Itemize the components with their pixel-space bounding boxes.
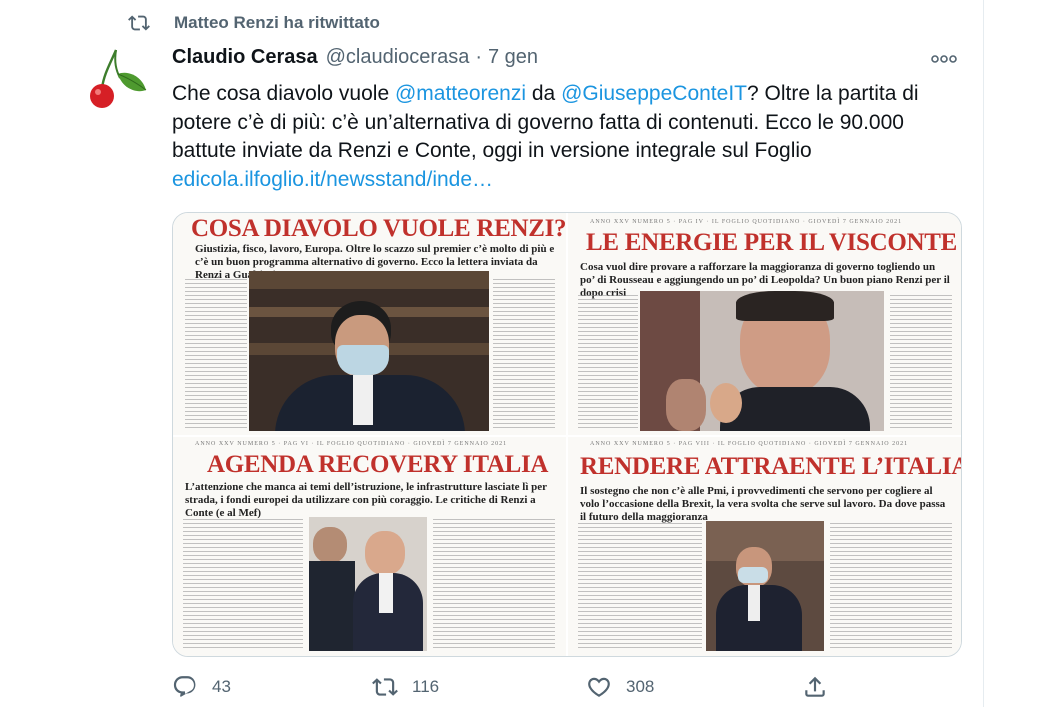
like-icon xyxy=(588,677,610,697)
avatar[interactable] xyxy=(80,44,154,118)
retweet-context: Matteo Renzi ha ritwittato xyxy=(128,10,380,36)
timeline-border xyxy=(983,0,984,707)
tweet-text-part: da xyxy=(526,82,562,105)
text-column xyxy=(183,519,303,651)
tweet-text: Che cosa diavolo vuole @matteorenzi da @… xyxy=(172,80,962,194)
author-name[interactable]: Claudio Cerasa xyxy=(172,46,318,69)
page-masthead: ANNO XXV NUMERO 5 · PAG IV · IL FOGLIO Q… xyxy=(590,219,903,225)
text-column xyxy=(890,295,952,429)
newspaper-page-bottom-left[interactable]: ANNO XXV NUMERO 5 · PAG VI · IL FOGLIO Q… xyxy=(173,437,566,656)
reply-count: 43 xyxy=(212,677,231,696)
retweet-icon xyxy=(372,678,398,696)
tweet-header: Claudio Cerasa @claudiocerasa · 7 gen xyxy=(172,46,538,74)
tweet-text-part: Che cosa diavolo vuole xyxy=(172,82,395,105)
photo-renzi-gualtieri xyxy=(309,517,427,651)
more-options-icon[interactable] xyxy=(930,52,958,66)
newspaper-page-top-right[interactable]: ANNO XXV NUMERO 5 · PAG IV · IL FOGLIO Q… xyxy=(568,213,961,435)
retweet-count: 116 xyxy=(412,677,440,696)
page-headline: COSA DIAVOLO VUOLE RENZI? xyxy=(191,215,566,242)
text-column xyxy=(578,523,702,651)
tweet-date[interactable]: 7 gen xyxy=(488,46,538,69)
separator-dot: · xyxy=(475,46,482,68)
like-count: 308 xyxy=(626,677,655,696)
retweet-icon xyxy=(128,15,150,31)
newspaper-page-top-left[interactable]: COSA DIAVOLO VUOLE RENZI? Giustizia, fis… xyxy=(173,213,566,435)
retweet-button[interactable]: 116 xyxy=(372,672,439,702)
media-collage[interactable]: COSA DIAVOLO VUOLE RENZI? Giustizia, fis… xyxy=(172,212,962,657)
page-subhead: Il sostegno che non c’è alle Pmi, i prov… xyxy=(580,485,946,523)
page-subhead: L’attenzione che manca ai temi dell’istr… xyxy=(185,481,547,519)
photo-conte-renzi xyxy=(640,291,884,431)
reply-button[interactable]: 43 xyxy=(172,672,231,702)
page-headline: RENDERE ATTRAENTE L’ITALIA xyxy=(580,453,961,480)
tweet-link[interactable]: edicola.ilfoglio.it/newsstand/inde… xyxy=(172,168,493,191)
page-masthead: ANNO XXV NUMERO 5 · PAG VI · IL FOGLIO Q… xyxy=(195,441,508,447)
text-column xyxy=(830,523,952,651)
text-column xyxy=(578,295,638,429)
text-column xyxy=(185,279,247,429)
like-button[interactable]: 308 xyxy=(586,672,654,702)
mention-matteorenzi[interactable]: @matteorenzi xyxy=(395,82,526,105)
mention-giuseppeconte[interactable]: @GiuseppeConteIT xyxy=(561,82,747,105)
photo-renzi-senate xyxy=(706,521,824,651)
newspaper-page-bottom-right[interactable]: ANNO XXV NUMERO 5 · PAG VIII · IL FOGLIO… xyxy=(568,437,961,656)
photo-conte xyxy=(249,271,489,431)
retweet-label[interactable]: Matteo Renzi ha ritwittato xyxy=(174,13,380,33)
page-masthead: ANNO XXV NUMERO 5 · PAG VIII · IL FOGLIO… xyxy=(590,441,909,447)
media-divider xyxy=(173,435,961,437)
share-button[interactable] xyxy=(802,672,828,702)
text-column xyxy=(493,279,555,429)
reply-icon xyxy=(173,676,196,697)
share-icon xyxy=(805,676,825,697)
text-column xyxy=(433,519,555,651)
page-headline: LE ENERGIE PER IL VISCONTE xyxy=(586,229,958,256)
author-handle[interactable]: @claudiocerasa xyxy=(326,46,470,69)
page-headline: AGENDA RECOVERY ITALIA xyxy=(207,451,549,478)
cherry-logo xyxy=(90,49,147,108)
